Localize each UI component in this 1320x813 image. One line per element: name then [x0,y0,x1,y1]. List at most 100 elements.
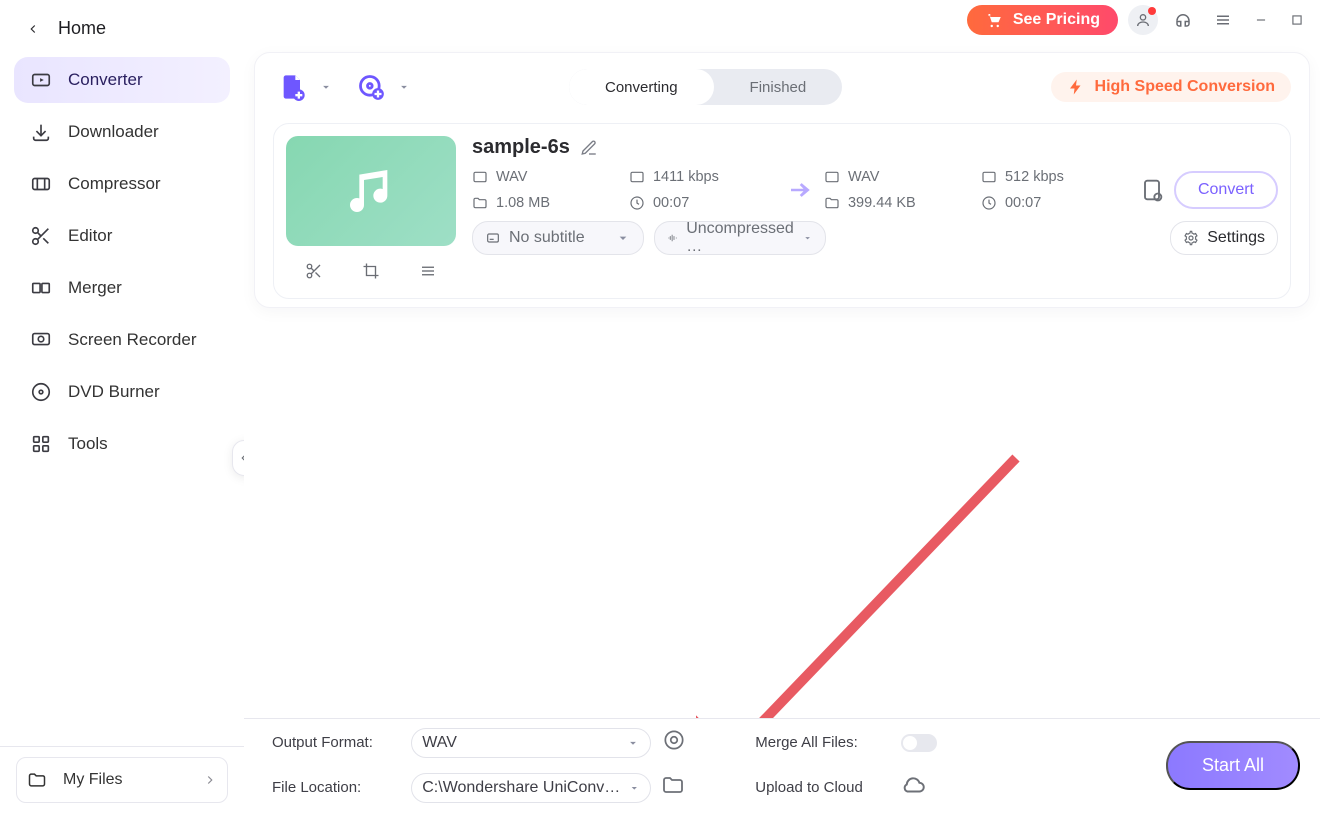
notification-dot [1148,7,1156,15]
headset-icon [1174,11,1192,29]
audio-select[interactable]: Uncompressed … [654,221,826,255]
maximize-icon [1290,13,1304,27]
sidebar-item-label: Tools [68,434,108,454]
file-thumbnail[interactable] [286,136,456,246]
sidebar-item-dvd-burner[interactable]: DVD Burner [14,369,230,415]
crop-icon [362,262,380,280]
open-folder-button[interactable] [661,773,695,802]
see-pricing-button[interactable]: See Pricing [967,5,1118,35]
settings-label: Settings [1207,229,1265,247]
target-format: WAV [824,169,973,185]
add-file-group [273,67,333,107]
file-plus-icon [279,73,307,101]
sidebar-item-label: Converter [68,70,143,90]
file-row: sample-6s WAV 1.08 MB 1411 kbps 00:07 [273,123,1291,299]
high-speed-conversion-chip[interactable]: High Speed Conversion [1051,72,1291,102]
sidebar-item-editor[interactable]: Editor [14,213,230,259]
chevron-down-icon [626,736,640,750]
trim-button[interactable] [300,259,328,283]
format-settings-button[interactable] [661,727,695,758]
compress-icon [30,173,52,195]
crop-button[interactable] [357,259,385,283]
topbar: See Pricing [244,0,1320,40]
output-format-value: WAV [422,734,457,752]
convert-label: Convert [1198,181,1254,198]
edit-icon[interactable] [580,139,598,157]
sidebar-item-label: Downloader [68,122,159,142]
merge-toggle[interactable] [901,734,937,752]
sidebar-item-screen-recorder[interactable]: Screen Recorder [14,317,230,363]
my-files-button[interactable]: My Files [16,757,228,803]
sliders-icon [419,262,437,280]
account-button[interactable] [1128,5,1158,35]
waveform-icon [667,230,678,246]
cloud-upload-button[interactable] [901,772,945,803]
add-disc-button[interactable] [351,67,391,107]
sidebar: Home Converter Downloader Compressor Edi… [0,0,244,813]
thumb-column [286,136,456,286]
chevron-down-icon [802,230,813,246]
window-minimize-button[interactable] [1248,7,1274,33]
sidebar-item-tools[interactable]: Tools [14,421,230,467]
clock-icon [981,195,997,211]
image-icon [472,169,488,185]
sidebar-item-downloader[interactable]: Downloader [14,109,230,155]
thumb-tools [286,256,456,286]
chevron-down-icon[interactable] [319,80,333,94]
file-title: sample-6s [472,136,570,159]
folder-icon [824,195,840,211]
effects-button[interactable] [414,259,442,283]
status-tabs: Converting Finished [569,69,842,105]
tab-finished[interactable]: Finished [714,69,843,105]
clip-settings-cell[interactable] [1138,176,1166,204]
chevron-left-icon [26,22,40,36]
gear-circle-icon [661,727,687,753]
target-size: 399.44 KB [824,195,973,211]
home-link[interactable]: Home [0,0,244,49]
convert-button[interactable]: Convert [1174,171,1278,209]
start-all-button[interactable]: Start All [1166,741,1300,790]
subtitle-select[interactable]: No subtitle [472,221,644,255]
gauge-icon [629,169,645,185]
home-label: Home [58,18,106,39]
chevron-down-icon [615,230,631,246]
sidebar-item-label: Compressor [68,174,161,194]
my-files-label: My Files [63,771,123,789]
sidebar-footer: My Files [0,746,244,813]
support-button[interactable] [1168,5,1198,35]
cloud-icon [901,772,927,798]
converter-card: Converting Finished High Speed Conversio… [254,52,1310,308]
add-disc-group [351,67,411,107]
merge-icon [30,277,52,299]
source-col-1: WAV 1.08 MB [472,169,621,211]
grid-icon [30,433,52,455]
chevron-down-icon[interactable] [397,80,411,94]
target-col-1: WAV 399.44 KB [824,169,973,211]
folder-icon [472,195,488,211]
record-icon [30,329,52,351]
source-col-2: 1411 kbps 00:07 [629,169,778,211]
sidebar-item-converter[interactable]: Converter [14,57,230,103]
tab-label: Finished [750,79,807,96]
see-pricing-label: See Pricing [1013,11,1100,29]
menu-button[interactable] [1208,5,1238,35]
source-format: WAV [472,169,621,185]
sidebar-item-merger[interactable]: Merger [14,265,230,311]
file-details: sample-6s WAV 1.08 MB 1411 kbps 00:07 [472,136,1278,286]
source-bitrate: 1411 kbps [629,169,778,185]
tab-converting[interactable]: Converting [569,69,714,105]
file-location-select[interactable]: C:\Wondershare UniConverter 1 [411,773,651,803]
clipboard-gear-icon [1138,176,1166,204]
gauge-icon [981,169,997,185]
add-video-button[interactable] [273,67,313,107]
output-format-select[interactable]: WAV [411,728,651,758]
image-icon [824,169,840,185]
clock-icon [629,195,645,211]
music-note-icon [343,163,399,219]
chevron-right-icon [203,773,217,787]
user-icon [1135,12,1151,28]
window-maximize-button[interactable] [1284,7,1310,33]
settings-button[interactable]: Settings [1170,221,1278,255]
sidebar-item-compressor[interactable]: Compressor [14,161,230,207]
folder-icon [27,770,47,790]
